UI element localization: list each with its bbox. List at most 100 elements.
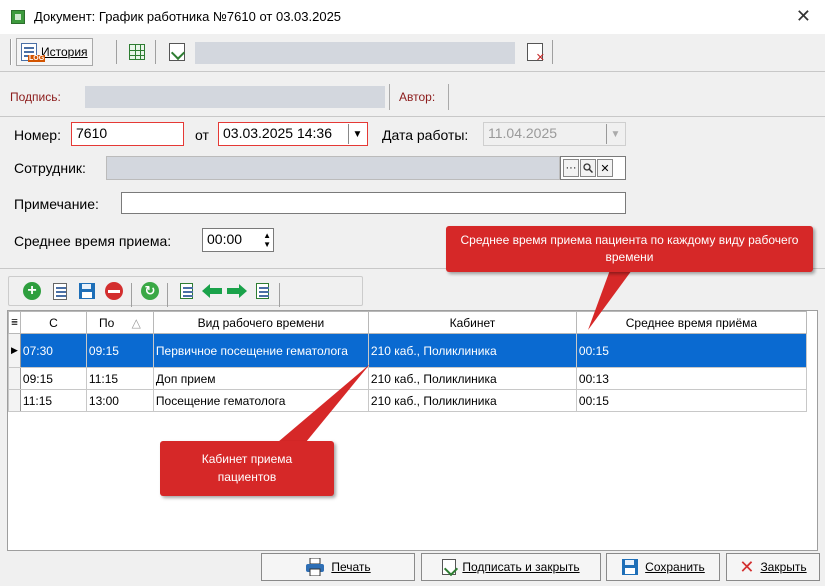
row-indicator-icon: ▶ bbox=[8, 333, 21, 368]
row-indicator bbox=[8, 367, 21, 390]
sign-button[interactable] bbox=[167, 42, 187, 62]
close-icon: ✕ bbox=[739, 557, 755, 577]
add-icon: + bbox=[23, 282, 41, 300]
cell-avg-time[interactable]: 00:13 bbox=[575, 367, 807, 390]
window-title: Документ: График работника №7610 от 03.0… bbox=[34, 9, 342, 24]
cell-to[interactable]: 11:15 bbox=[85, 367, 154, 390]
document-app-icon bbox=[11, 10, 25, 24]
cell-avg-time[interactable]: 00:15 bbox=[575, 389, 807, 412]
sort-indicator-icon: △ bbox=[131, 315, 141, 330]
insert-after-button[interactable] bbox=[252, 281, 272, 301]
divider bbox=[0, 116, 825, 117]
toolbar-separator bbox=[116, 40, 117, 64]
toolbar-separator bbox=[167, 283, 168, 307]
redacted-area bbox=[195, 42, 515, 64]
move-right-button[interactable] bbox=[227, 281, 247, 301]
toolbar-separator bbox=[155, 40, 156, 64]
grid-menu-icon[interactable]: ≣ bbox=[8, 311, 21, 334]
main-toolbar: LOG История ✕ bbox=[10, 38, 815, 68]
save-label: Сохранить bbox=[645, 560, 705, 574]
window-close-icon[interactable]: ✕ bbox=[796, 6, 811, 27]
arrow-right-icon bbox=[227, 284, 247, 298]
table-icon bbox=[129, 44, 145, 60]
date-dropdown-icon[interactable]: ▼ bbox=[348, 124, 366, 144]
col-header-from[interactable]: С bbox=[19, 311, 87, 334]
grid-header-row: ≣ С По △ Вид рабочего времени Кабинет Ср… bbox=[8, 311, 807, 334]
close-label: Закрыть bbox=[760, 560, 807, 574]
employee-label: Сотрудник: bbox=[14, 160, 86, 176]
avg-time-value: 00:00 bbox=[207, 231, 243, 247]
signature-value-redacted bbox=[85, 86, 385, 108]
avg-time-field[interactable]: 00:00 ▲ ▼ bbox=[202, 228, 274, 252]
room-callout: Кабинет приема пациентов bbox=[160, 441, 334, 496]
print-button[interactable]: Печать bbox=[261, 553, 415, 581]
clear-icon[interactable]: ✕ bbox=[597, 159, 613, 177]
note-label: Примечание: bbox=[14, 196, 99, 212]
sign-close-label: Подписать и закрыть bbox=[462, 560, 580, 574]
edit-row-button[interactable] bbox=[50, 281, 70, 301]
delete-icon bbox=[105, 282, 123, 300]
unsign-icon: ✕ bbox=[527, 43, 545, 64]
cell-room[interactable]: 210 каб., Поликлиника bbox=[367, 333, 577, 368]
sign-and-close-button[interactable]: Подписать и закрыть bbox=[421, 553, 601, 581]
date-value: 03.03.2025 14:36 bbox=[223, 125, 332, 141]
cell-room[interactable]: 210 каб., Поликлиника bbox=[367, 389, 577, 412]
spinner-icon[interactable]: ▲ ▼ bbox=[263, 231, 271, 249]
table-view-button[interactable] bbox=[127, 42, 147, 62]
row-indicator bbox=[8, 389, 21, 412]
toolbar-separator bbox=[552, 40, 553, 64]
schedule-table: ≣ С По △ Вид рабочего времени Кабинет Ср… bbox=[8, 311, 807, 412]
cell-to[interactable]: 09:15 bbox=[85, 333, 154, 368]
cell-room[interactable]: 210 каб., Поликлиника bbox=[367, 367, 577, 390]
close-button[interactable]: ✕ Закрыть bbox=[726, 553, 820, 581]
divider bbox=[448, 84, 449, 110]
move-left-button[interactable] bbox=[202, 281, 222, 301]
col-header-avg-time[interactable]: Среднее время приёма bbox=[575, 311, 807, 334]
insert-after-icon bbox=[255, 283, 269, 299]
table-row[interactable]: 09:15 11:15 Доп прием 210 каб., Поликлин… bbox=[8, 367, 807, 390]
author-label: Автор: bbox=[399, 90, 436, 104]
cell-worktime-type[interactable]: Первичное посещение гематолога bbox=[152, 333, 369, 368]
add-row-button[interactable]: + bbox=[22, 281, 42, 301]
refresh-icon: ↻ bbox=[141, 282, 159, 300]
cell-to[interactable]: 13:00 bbox=[85, 389, 154, 412]
insert-before-icon bbox=[179, 283, 193, 299]
from-label: от bbox=[195, 127, 209, 143]
printer-icon bbox=[306, 558, 325, 576]
edit-icon bbox=[53, 282, 67, 300]
print-label: Печать bbox=[331, 560, 371, 574]
divider bbox=[389, 84, 390, 110]
table-row[interactable]: ▶ 07:30 09:15 Первичное посещение гемато… bbox=[8, 333, 807, 368]
work-date-dropdown-icon: ▼ bbox=[606, 124, 624, 144]
table-row[interactable]: 11:15 13:00 Посещение гематолога 210 каб… bbox=[8, 389, 807, 412]
arrow-left-icon bbox=[202, 284, 222, 298]
insert-before-button[interactable] bbox=[176, 281, 196, 301]
work-date-label: Дата работы: bbox=[382, 127, 469, 143]
cell-from[interactable]: 09:15 bbox=[19, 367, 87, 390]
cell-from[interactable]: 11:15 bbox=[19, 389, 87, 412]
note-field[interactable] bbox=[121, 192, 626, 214]
number-field[interactable]: 7610 bbox=[71, 122, 184, 146]
date-field[interactable]: 03.03.2025 14:36 ▼ bbox=[218, 122, 368, 146]
history-button[interactable]: LOG История bbox=[16, 38, 93, 66]
work-date-field: 11.04.2025 ▼ bbox=[483, 122, 626, 146]
signature-label: Подпись: bbox=[10, 90, 61, 104]
search-icon[interactable] bbox=[580, 159, 596, 177]
history-label: История bbox=[41, 45, 88, 59]
cell-from[interactable]: 07:30 bbox=[19, 333, 87, 368]
divider bbox=[0, 71, 825, 72]
save-row-button[interactable] bbox=[77, 281, 97, 301]
col-header-room[interactable]: Кабинет bbox=[367, 311, 577, 334]
ellipsis-icon[interactable]: ··· bbox=[563, 159, 579, 177]
delete-row-button[interactable] bbox=[104, 281, 124, 301]
save-button[interactable]: Сохранить bbox=[606, 553, 720, 581]
unsign-button[interactable]: ✕ bbox=[525, 42, 545, 64]
col-header-worktime-type[interactable]: Вид рабочего времени bbox=[152, 311, 369, 334]
cell-worktime-type[interactable]: Посещение гематолога bbox=[152, 389, 369, 412]
cell-avg-time[interactable]: 00:15 bbox=[575, 333, 807, 368]
cell-worktime-type[interactable]: Доп прием bbox=[152, 367, 369, 390]
employee-field[interactable] bbox=[106, 156, 560, 180]
title-bar: Документ: График работника №7610 от 03.0… bbox=[0, 0, 825, 34]
col-header-to[interactable]: По △ bbox=[85, 311, 154, 334]
refresh-button[interactable]: ↻ bbox=[140, 281, 160, 301]
